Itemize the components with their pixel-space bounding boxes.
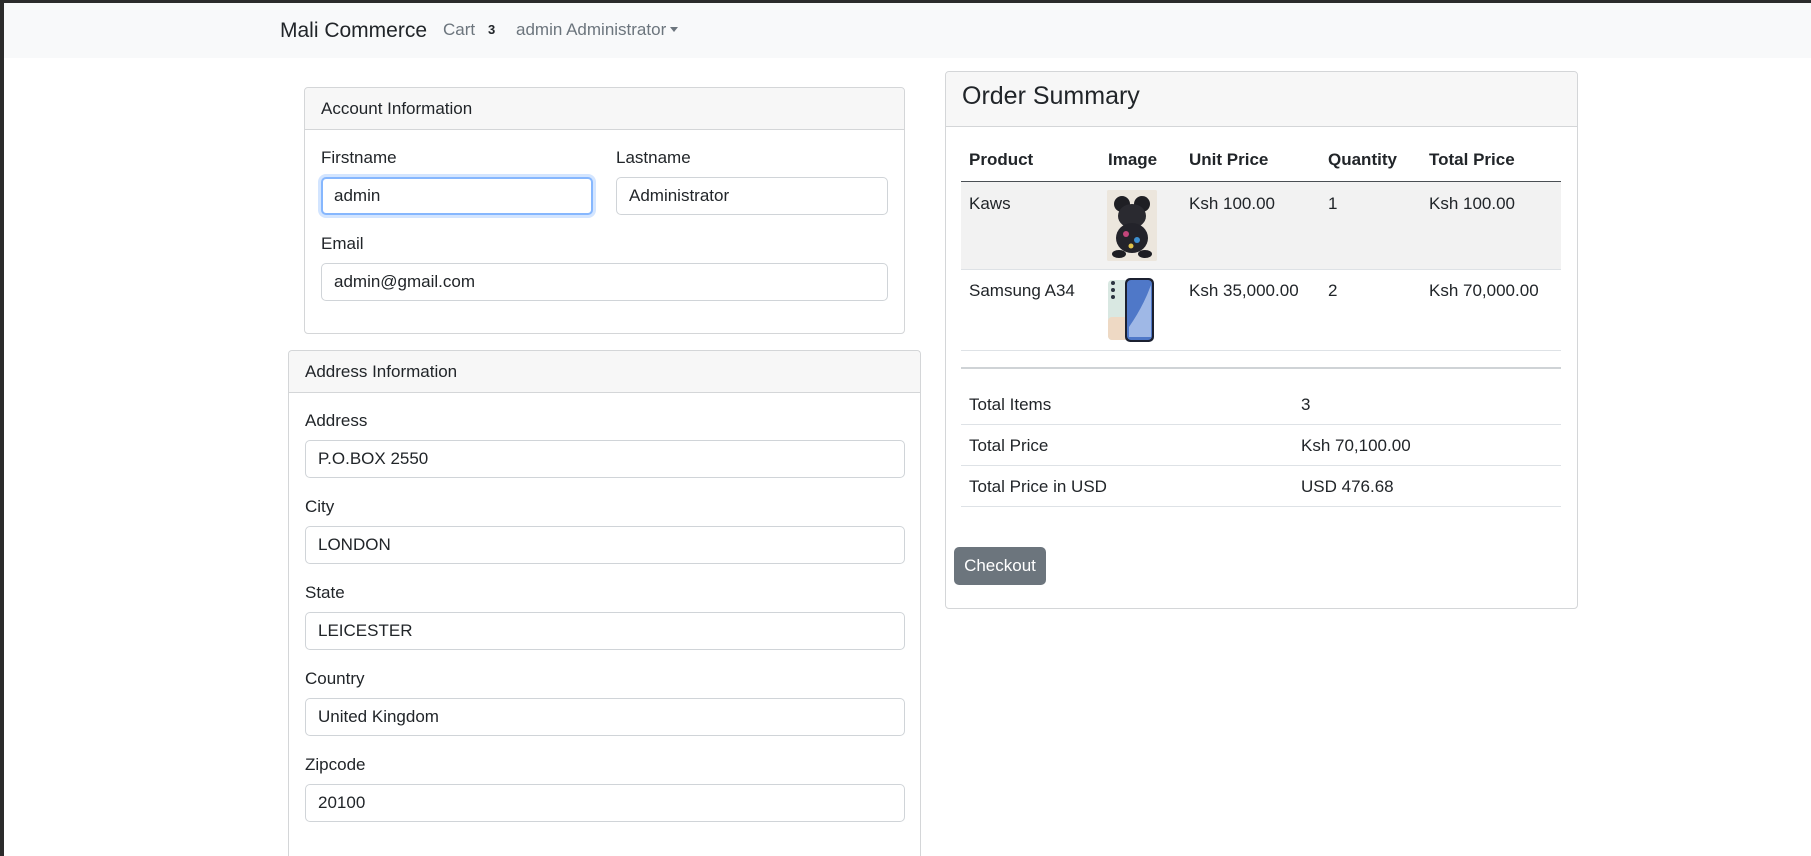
email-input[interactable]: admin@gmail.com [321,263,888,301]
column-header-quantity: Quantity [1328,150,1397,169]
zipcode-label: Zipcode [305,755,366,774]
checkout-button[interactable]: Checkout [954,547,1046,585]
lastname-input[interactable]: Administrator [616,177,888,215]
row-1-product: Kaws [969,194,1011,213]
country-label: Country [305,669,365,688]
row-1-total-price: Ksh 100.00 [1429,194,1516,213]
account-info-title: Account Information [321,99,473,118]
firstname-input[interactable]: admin [321,177,593,215]
caret-down-icon [670,27,679,32]
total-items-value: 3 [1301,395,1311,414]
total-price-value: Ksh 70,100.00 [1301,436,1411,455]
state-input[interactable]: LEICESTER [305,612,905,650]
address-info-card: Address Information Address P.O.BOX 2550… [288,350,921,856]
window-left-edge [0,0,4,856]
country-input[interactable]: United Kingdom [305,698,905,736]
user-menu-dropdown[interactable]: admin Administrator [516,20,679,40]
user-menu-label: admin Administrator [516,20,667,39]
navbar [4,3,1811,58]
city-input[interactable]: LONDON [305,526,905,564]
column-header-image: Image [1108,150,1158,169]
row-2-total-price: Ksh 70,000.00 [1429,281,1539,300]
address-info-header: Address Information [289,351,920,393]
totals-divider [961,506,1561,507]
samsung-phone-image [1107,277,1157,343]
row-divider [961,269,1561,270]
total-items-label: Total Items [969,395,1052,414]
kaws-figure-image [1107,190,1157,261]
row-divider [961,350,1561,351]
column-header-unit-price: Unit Price [1189,150,1269,169]
state-label: State [305,583,345,602]
address-input[interactable]: P.O.BOX 2550 [305,440,905,478]
nav-cart-link[interactable]: Cart [443,20,475,40]
column-header-product: Product [969,150,1034,169]
order-summary-header: Order Summary [946,72,1577,127]
total-usd-value: USD 476.68 [1301,477,1394,496]
account-info-card: Account Information Firstname admin Last… [304,87,905,334]
row-2-unit-price: Ksh 35,000.00 [1189,281,1299,300]
brand-link[interactable]: Mali Commerce [280,19,427,43]
zipcode-input[interactable]: 20100 [305,784,905,822]
city-label: City [305,497,335,516]
summary-divider [961,367,1561,369]
totals-divider [961,465,1561,466]
cart-count-badge: 3 [488,22,496,37]
email-label: Email [321,234,364,253]
row-1-quantity: 1 [1328,194,1338,213]
order-summary-title: Order Summary [962,82,1140,110]
column-header-total-price: Total Price [1429,150,1515,169]
account-info-header: Account Information [305,88,904,130]
row-2-product: Samsung A34 [969,281,1075,300]
address-label: Address [305,411,368,430]
total-price-label: Total Price [969,436,1049,455]
firstname-label: Firstname [321,148,397,167]
row-2-quantity: 2 [1328,281,1338,300]
totals-divider [961,424,1561,425]
total-usd-label: Total Price in USD [969,477,1107,496]
row-1-unit-price: Ksh 100.00 [1189,194,1276,213]
address-info-title: Address Information [305,362,458,381]
lastname-label: Lastname [616,148,691,167]
